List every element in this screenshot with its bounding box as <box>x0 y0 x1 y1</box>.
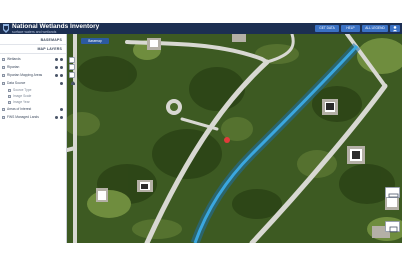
layer-row-image-year[interactable]: Image Year <box>2 100 65 106</box>
map-layers-title[interactable]: MAP LAYERS <box>37 47 62 51</box>
layer-label: Areas of Interest <box>7 107 32 111</box>
layer-row-areas-of-interest[interactable]: Areas of Interest <box>2 107 65 113</box>
info-icon[interactable] <box>55 116 58 119</box>
layer-row-wetlands[interactable]: Wetlands <box>2 57 65 63</box>
info-icon[interactable] <box>55 66 58 69</box>
get-data-button[interactable]: GET DATA <box>315 25 339 32</box>
layer-row-data-source[interactable]: Data Source <box>2 81 65 87</box>
zoom-in-button[interactable] <box>69 57 75 70</box>
layer-actions <box>55 82 64 85</box>
settings-icon[interactable] <box>60 66 63 69</box>
layer-checkbox[interactable] <box>2 74 5 77</box>
layer-label: FWS Managed Lands <box>7 115 39 119</box>
layer-row-fws-managed-lands[interactable]: FWS Managed Lands <box>2 115 65 121</box>
settings-icon[interactable] <box>60 116 63 119</box>
layer-actions <box>55 58 64 61</box>
ruler-icon <box>388 193 399 198</box>
layer-row-riparian[interactable]: Riparian <box>2 65 65 71</box>
layer-label: Image Scale <box>13 94 32 98</box>
home-icon <box>71 81 75 85</box>
info-icon[interactable] <box>55 74 58 77</box>
info-icon[interactable] <box>60 108 63 111</box>
app-subtitle: surface waters and wetlands <box>12 29 57 34</box>
user-icon <box>392 26 398 32</box>
layer-actions <box>55 108 64 111</box>
layer-checkbox[interactable] <box>2 66 5 69</box>
location-marker-icon[interactable] <box>224 137 230 143</box>
layers-sidebar: BASEMAPS MAP LAYERS Wetlands Riparian Ri… <box>0 34 67 243</box>
layer-actions <box>55 116 64 119</box>
divider <box>0 53 66 54</box>
layer-label: Riparian Mapping Areas <box>7 73 43 77</box>
settings-icon[interactable] <box>60 58 63 61</box>
all-legend-button[interactable]: ALL LEGEND <box>362 25 388 32</box>
basemap-toggle-button[interactable]: Basemap <box>81 38 109 44</box>
layer-checkbox[interactable] <box>8 89 11 92</box>
app-window: National Wetlands Inventory surface wate… <box>0 0 402 268</box>
layer-checkbox[interactable] <box>2 116 5 119</box>
printer-icon <box>389 226 398 233</box>
layer-actions <box>55 66 64 69</box>
layer-checkbox[interactable] <box>8 95 11 98</box>
layer-label: Source Type <box>13 88 32 92</box>
info-icon[interactable] <box>60 82 63 85</box>
aerial-imagery <box>67 34 402 243</box>
settings-icon[interactable] <box>60 74 63 77</box>
layer-checkbox[interactable] <box>2 108 5 111</box>
layer-label: Image Year <box>13 100 30 104</box>
layer-row-riparian-mapping-areas[interactable]: Riparian Mapping Areas <box>2 73 65 79</box>
layer-label: Wetlands <box>7 57 21 61</box>
divider <box>0 44 66 45</box>
info-icon[interactable] <box>55 58 58 61</box>
user-button[interactable] <box>390 25 400 32</box>
agency-logo-icon <box>3 24 9 33</box>
basemaps-title[interactable]: BASEMAPS <box>41 38 62 42</box>
app-header: National Wetlands Inventory surface wate… <box>0 23 402 34</box>
layer-actions <box>55 74 64 77</box>
zoom-out-button[interactable] <box>69 64 75 76</box>
help-button[interactable]: HELP <box>341 25 360 32</box>
print-tool-button[interactable] <box>385 221 400 233</box>
map-canvas[interactable] <box>67 34 402 243</box>
layer-label: Data Source <box>7 81 26 85</box>
layer-checkbox[interactable] <box>2 82 5 85</box>
layer-checkbox[interactable] <box>2 58 5 61</box>
layer-label: Riparian <box>7 65 20 69</box>
measure-tool-button[interactable] <box>385 187 400 198</box>
home-button[interactable] <box>69 72 75 85</box>
layer-checkbox[interactable] <box>8 101 11 104</box>
